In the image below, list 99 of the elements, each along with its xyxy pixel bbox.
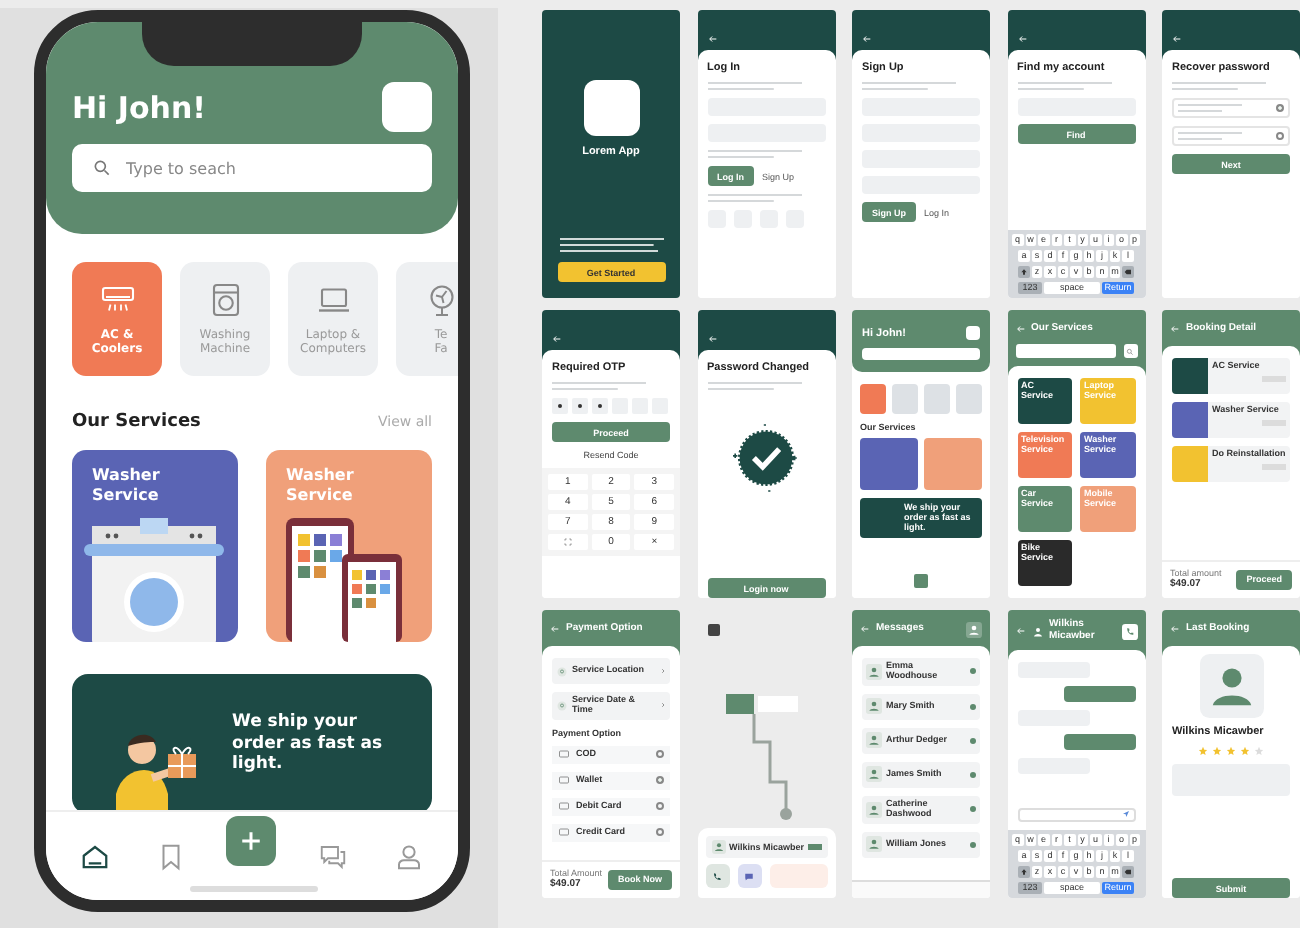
back-arrow-icon: [1017, 34, 1027, 44]
user-icon: [866, 732, 882, 749]
chat-icon: [318, 841, 349, 871]
backspace-key[interactable]: [1122, 865, 1134, 878]
radio-button[interactable]: [656, 750, 664, 759]
unread-dot: [970, 703, 976, 710]
greeting-text: Hi John!: [72, 89, 207, 125]
home-indicator: [190, 886, 318, 892]
radio-button[interactable]: [1276, 132, 1284, 140]
service-card[interactable]: [860, 438, 918, 490]
scan-frame-icon: [563, 538, 572, 546]
status-tag: [807, 844, 822, 850]
search-field[interactable]: [1015, 344, 1115, 358]
back-arrow-icon: [860, 624, 870, 634]
category-tile[interactable]: [924, 384, 950, 414]
chat-icon: [744, 871, 754, 881]
home-icon: [80, 841, 111, 871]
recovery-option[interactable]: [1172, 98, 1290, 118]
search-field[interactable]: [862, 348, 980, 360]
star-icon: [1240, 746, 1250, 756]
call-button[interactable]: [705, 864, 729, 888]
star-icon: [1212, 746, 1222, 756]
shift-arrow-icon: [1020, 267, 1028, 276]
user-icon: [866, 698, 882, 715]
text-placeholder-lines: [1172, 82, 1267, 90]
unread-dot: [970, 737, 976, 744]
radio-button[interactable]: [656, 828, 664, 837]
user-icon: [866, 766, 882, 783]
text-placeholder-lines: [1178, 104, 1242, 112]
user-icon: [711, 840, 725, 854]
unread-dot: [970, 806, 976, 813]
add-button[interactable]: [226, 815, 277, 865]
search-button[interactable]: [1123, 344, 1137, 358]
app-logo-placeholder: [583, 80, 639, 136]
back-button[interactable]: [707, 624, 719, 636]
unread-dot: [970, 771, 976, 778]
search-field[interactable]: Type to seach: [72, 144, 432, 192]
profile-picture-placeholder[interactable]: [382, 82, 432, 132]
otp-digit-box[interactable]: [552, 398, 568, 414]
search-icon: [92, 158, 112, 178]
text-placeholder-lines: [1017, 82, 1112, 90]
text-placeholder-lines: [1178, 132, 1242, 140]
otp-digit-box[interactable]: [592, 398, 608, 414]
radio-button[interactable]: [1276, 104, 1284, 112]
star-icon: [1226, 746, 1236, 756]
message-input-field[interactable]: [1017, 807, 1135, 821]
back-arrow-icon: [1170, 324, 1180, 334]
back-arrow-icon: [707, 334, 717, 344]
back-arrow-icon: [707, 34, 717, 44]
backspace-key[interactable]: [1122, 265, 1134, 278]
user-icon: [866, 801, 882, 818]
service-card[interactable]: Washer Service: [72, 450, 238, 642]
profile-picture-placeholder[interactable]: [966, 326, 980, 340]
text-placeholder-lines: [707, 194, 802, 202]
radio-button[interactable]: [656, 802, 664, 811]
back-arrow-icon: [550, 624, 560, 634]
user-icon: [866, 663, 882, 680]
back-arrow-icon: [552, 334, 562, 344]
text-placeholder-lines: [552, 382, 647, 390]
service-title: Washer Service: [284, 464, 356, 505]
otp-digit-box[interactable]: [572, 398, 588, 414]
user-avatar-icon: [1199, 654, 1263, 718]
back-arrow-icon: [862, 34, 872, 44]
phone-icon: [712, 871, 722, 881]
category-tile[interactable]: [860, 384, 886, 414]
star-icon: [1198, 746, 1208, 756]
location-pin-icon: [556, 665, 568, 677]
user-icon: [866, 836, 882, 853]
back-arrow-icon: [1170, 624, 1180, 634]
send-icon: [1121, 810, 1129, 818]
user-icon: [393, 841, 424, 871]
message-button[interactable]: [737, 864, 761, 888]
radio-button[interactable]: [656, 776, 664, 785]
location-pin-icon: [556, 699, 568, 712]
washing-machine-drawing: [84, 518, 224, 642]
recovery-option[interactable]: [1172, 126, 1290, 146]
back-arrow-icon: [1172, 34, 1182, 44]
shift-key[interactable]: [1018, 865, 1030, 878]
text-placeholder-lines: [707, 150, 802, 158]
scan-key[interactable]: [548, 534, 588, 550]
unread-dot: [970, 668, 976, 675]
text-placeholder-lines: [707, 382, 802, 390]
promo-text: We ship your order as fast as light.: [232, 712, 385, 776]
shift-arrow-icon: [1020, 867, 1028, 876]
service-title: Washer Service: [90, 464, 162, 505]
star-icon: [1254, 746, 1264, 756]
phones-drawing: [286, 518, 402, 642]
text-placeholder-lines: [862, 82, 957, 90]
shift-key[interactable]: [1018, 265, 1030, 278]
text-placeholder-lines: [707, 82, 802, 90]
category-tile[interactable]: [892, 384, 918, 414]
search-icon: [1126, 347, 1134, 355]
laptop-icon: [313, 282, 353, 318]
category-tile[interactable]: [956, 384, 982, 414]
back-arrow-icon: [1015, 324, 1025, 334]
service-card[interactable]: [924, 438, 982, 490]
unread-dot: [970, 841, 976, 848]
back-arrow-icon: [1015, 626, 1025, 636]
section-title: Our Services: [72, 412, 201, 432]
